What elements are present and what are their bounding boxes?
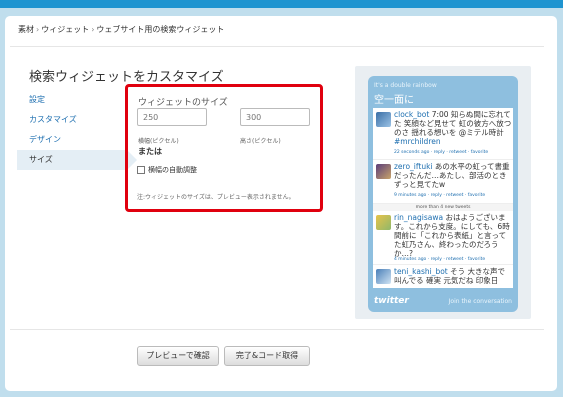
width-input[interactable] (137, 108, 207, 126)
more-tweets-bar[interactable]: more than 4 new tweets (373, 204, 513, 211)
nav-item-size[interactable]: サイズ (17, 150, 137, 170)
top-bar (0, 0, 563, 8)
or-text: または (138, 147, 162, 156)
widget-subtitle: It's a double rainbow (374, 82, 437, 89)
settings-nav: 設定 カスタマイズ デザイン サイズ (17, 90, 137, 170)
nav-item-settings[interactable]: 設定 (17, 90, 127, 110)
tweet-timestamp[interactable]: 22 seconds ago (394, 150, 429, 155)
tweet-item: rin_nagisawa おはようございます。これから支度。にしても、6時間前に… (373, 211, 513, 265)
breadcrumb-separator: › (91, 25, 95, 34)
page-title: 検索ウィジェットをカスタマイズ (29, 70, 224, 85)
breadcrumb: 素材 › ウィジェット › ウェブサイト用の検索ウィジェット (18, 24, 224, 35)
tweet-meta: 22 seconds ago · reply · retweet · favor… (394, 150, 488, 155)
tweet-actions[interactable]: · reply · retweet · favorite (426, 257, 485, 262)
height-input[interactable] (240, 108, 310, 126)
tweet-item: clock_bot 7:00 知らぬ間に忘れてた 笑顔など見せて 虹の彼方へ放つ… (373, 108, 513, 160)
twitter-logo[interactable]: twitter (374, 296, 409, 306)
tweet-actions[interactable]: · reply · retweet · favorite (429, 150, 488, 155)
divider (10, 329, 544, 330)
size-section-title: ウィジェットのサイズ (138, 98, 228, 108)
breadcrumb-item-materials[interactable]: 素材 (18, 25, 34, 34)
avatar (376, 215, 391, 230)
breadcrumb-item-widgets[interactable]: ウィジェット (41, 25, 89, 34)
tweet-username[interactable]: clock_bot (394, 110, 429, 119)
tweet-timestamp[interactable]: 9 minutes ago (394, 193, 426, 198)
complete-get-code-button[interactable]: 完了&コード取得 (224, 346, 310, 366)
tweet-username[interactable]: rin_nagisawa (394, 213, 443, 222)
autowidth-label: 横幅の自動調整 (148, 166, 197, 174)
width-label: 横幅(ピクセル) (138, 138, 179, 145)
size-note: 注:ウィジェットのサイズは、プレビュー表示されません。 (137, 194, 295, 201)
widget-preview: It's a double rainbow 空一面に clock_bot 7:0… (368, 76, 518, 312)
autowidth-checkbox[interactable] (137, 166, 145, 174)
widget-title: 空一面に (374, 95, 414, 106)
autowidth-option[interactable]: 横幅の自動調整 (137, 165, 197, 175)
join-conversation-link[interactable]: Join the conversation (449, 298, 512, 305)
breadcrumb-separator: › (36, 25, 40, 34)
tweet-hashtag[interactable]: #mrchildren (394, 137, 441, 146)
tweet-item: zero_iftuki あの水平の虹って書重だったんだ…あたし、部活のときずっと… (373, 160, 513, 204)
avatar (376, 112, 391, 127)
tweet-timestamp[interactable]: 4 minutes ago (394, 257, 426, 262)
divider (10, 46, 544, 47)
tweet-item: teni_kashi_bot そう 大きな声で叫んでる 確実 元気だね 印象日 (373, 265, 513, 288)
preview-button[interactable]: プレビューで確認 (137, 346, 219, 366)
avatar (376, 164, 391, 179)
height-label: 高さ(ピクセル) (240, 138, 281, 145)
tweet-actions[interactable]: · reply · retweet · favorite (426, 193, 485, 198)
tweet-username[interactable]: teni_kashi_bot (394, 267, 448, 276)
avatar (376, 269, 391, 284)
tweet-meta: 9 minutes ago · reply · retweet · favori… (394, 193, 485, 198)
nav-item-design[interactable]: デザイン (17, 130, 127, 150)
breadcrumb-item-search-widget: ウェブサイト用の検索ウィジェット (96, 25, 225, 34)
tweet-list: clock_bot 7:00 知らぬ間に忘れてた 笑顔など見せて 虹の彼方へ放つ… (373, 108, 513, 288)
tweet-meta: 4 minutes ago · reply · retweet · favori… (394, 257, 485, 262)
tweet-username[interactable]: zero_iftuki (394, 162, 433, 171)
widget-footer: twitter Join the conversation (368, 288, 518, 312)
nav-item-customize[interactable]: カスタマイズ (17, 110, 127, 130)
